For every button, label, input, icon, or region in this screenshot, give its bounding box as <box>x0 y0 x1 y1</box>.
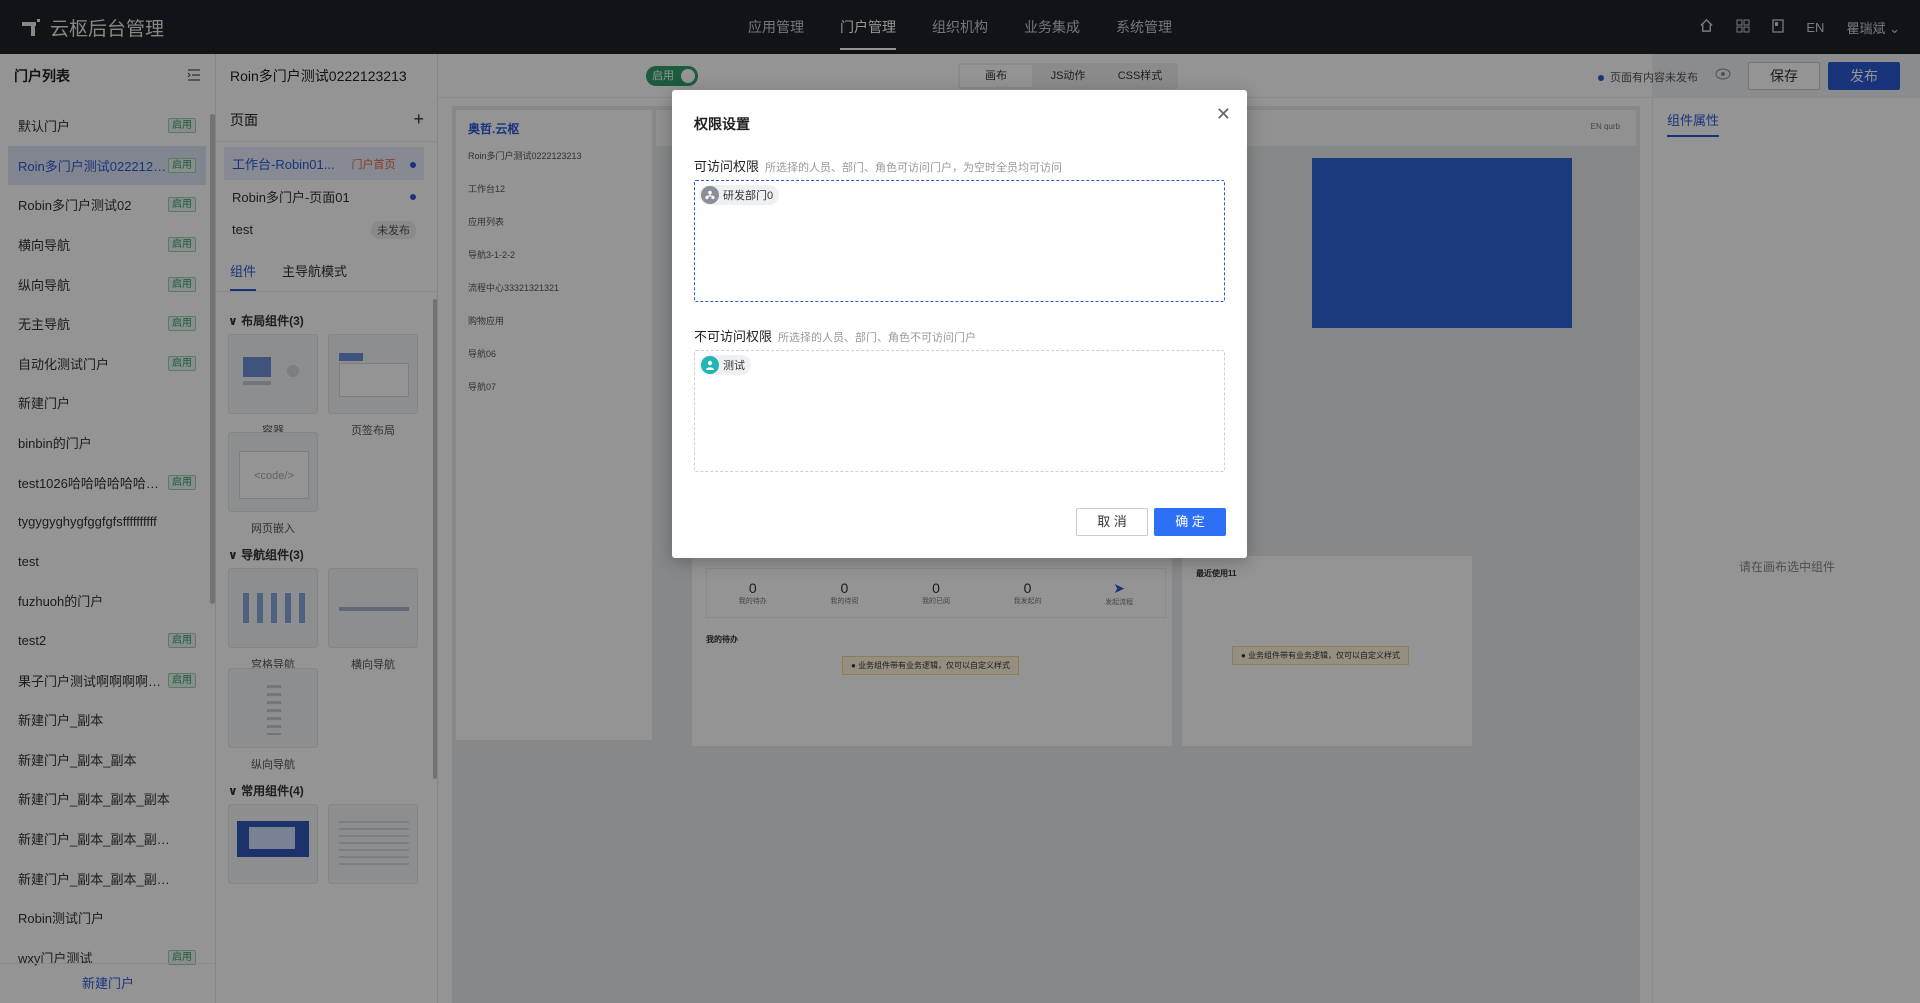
selected-user-chip[interactable]: 测试 <box>699 355 751 375</box>
confirm-button[interactable]: 确 定 <box>1154 508 1226 536</box>
permission-settings-dialog: 权限设置 ✕ 可访问权限 所选择的人员、部门、角色可访问门户，为空时全员均可访问 … <box>672 90 1247 558</box>
department-icon <box>701 186 719 204</box>
deny-permission-selector[interactable]: 测试 <box>694 350 1225 472</box>
allow-permission-label: 可访问权限 所选择的人员、部门、角色可访问门户，为空时全员均可访问 <box>694 156 1062 175</box>
user-icon <box>701 356 719 374</box>
selected-department-chip[interactable]: 研发部门0 <box>699 185 780 205</box>
allow-hint: 所选择的人员、部门、角色可访问门户，为空时全员均可访问 <box>765 162 1063 174</box>
close-icon[interactable]: ✕ <box>1216 104 1231 125</box>
cancel-button[interactable]: 取 消 <box>1076 508 1148 536</box>
chip-label: 测试 <box>723 360 745 372</box>
deny-label-text: 不可访问权限 <box>694 329 773 344</box>
chip-label: 研发部门0 <box>723 190 774 202</box>
dialog-title: 权限设置 <box>694 116 750 132</box>
deny-hint: 所选择的人员、部门、角色不可访问门户 <box>778 332 977 344</box>
allow-label-text: 可访问权限 <box>694 159 760 174</box>
deny-permission-label: 不可访问权限 所选择的人员、部门、角色不可访问门户 <box>694 326 976 345</box>
allow-permission-selector[interactable]: 研发部门0 <box>694 180 1225 302</box>
